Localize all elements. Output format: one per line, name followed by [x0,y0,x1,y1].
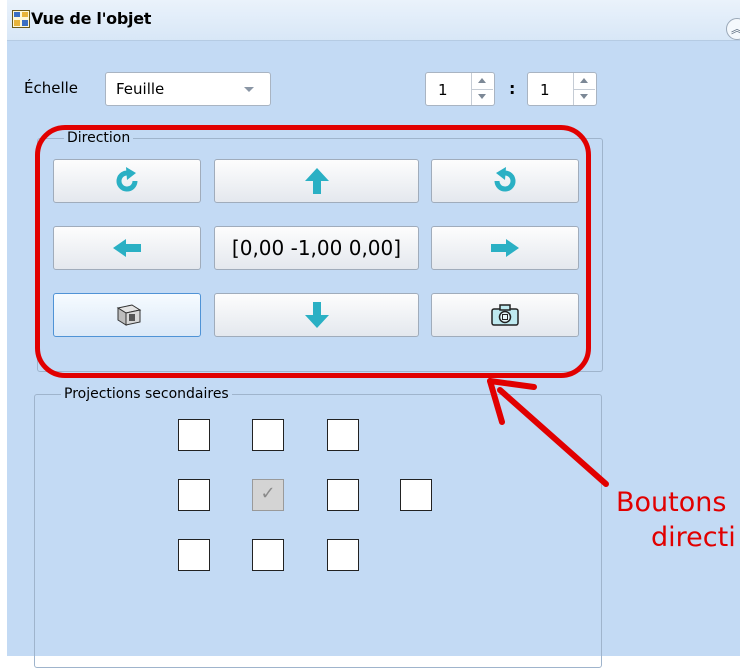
annotation-line-1: Boutons [616,487,727,518]
annotation-arrow [487,378,609,487]
annotation-line-2: directi [651,522,736,553]
